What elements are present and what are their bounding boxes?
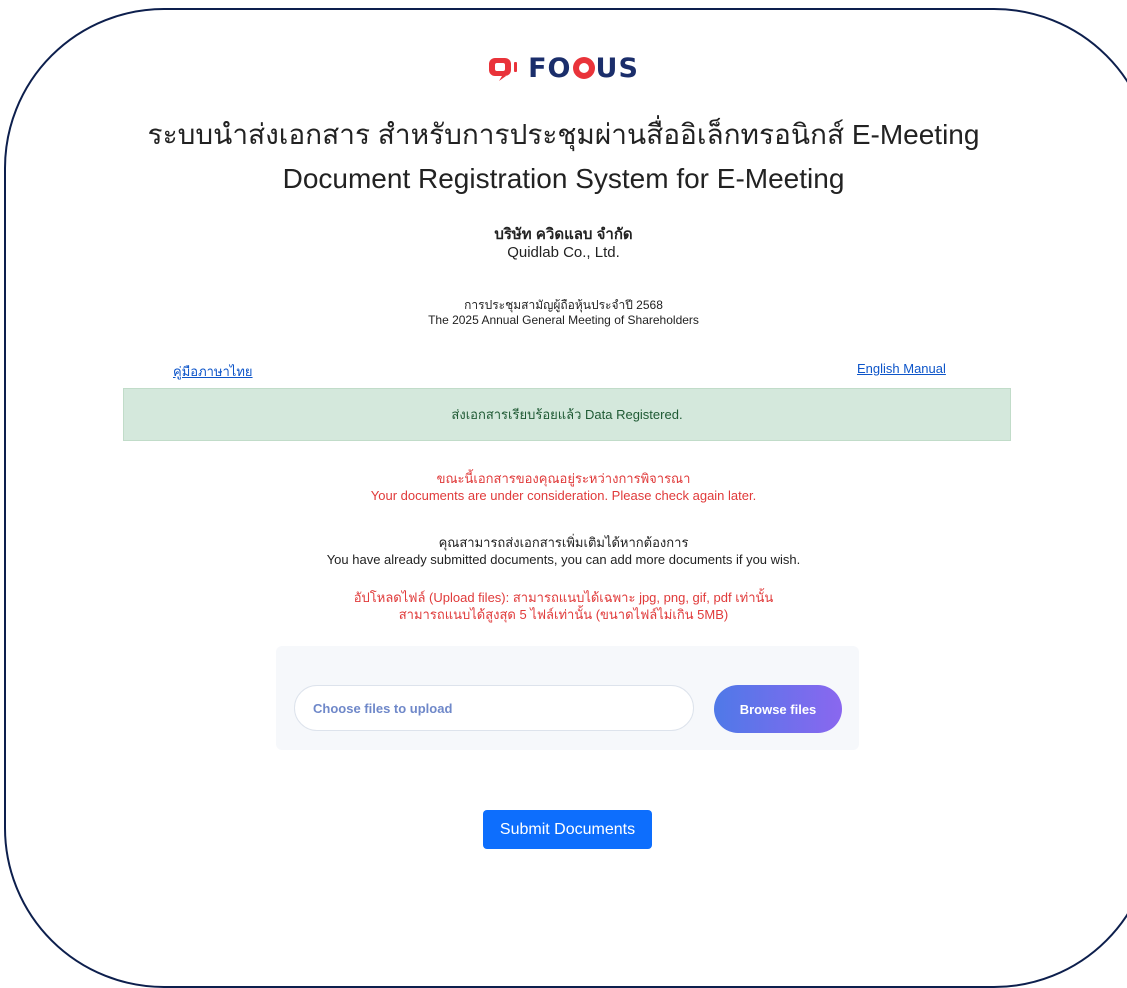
add-more-info-english: You have already submitted documents, yo… — [326, 552, 801, 567]
logo-text-end: US — [595, 52, 639, 84]
logo-red-o-icon — [572, 57, 595, 79]
file-upload-input[interactable]: Choose files to upload — [294, 685, 694, 731]
page-title-thai: ระบบนำส่งเอกสาร สำหรับการประชุมผ่านสื่ออ… — [147, 119, 980, 150]
video-camera-icon — [489, 58, 518, 81]
focus-logo: FO US — [0, 48, 1127, 88]
upload-file-limit-note: สามารถแนบได้สูงสุด 5 ไฟล์เท่านั้น (ขนาดไ… — [398, 607, 729, 622]
company-name-english: Quidlab Co., Ltd. — [507, 244, 620, 261]
browse-files-button[interactable]: Browse files — [714, 685, 842, 733]
success-alert: ส่งเอกสารเรียบร้อยแล้ว Data Registered. — [123, 388, 1011, 441]
add-more-info-thai: คุณสามารถส่งเอกสารเพิ่มเติมได้หากต้องการ — [438, 535, 689, 550]
submit-documents-button[interactable]: Submit Documents — [483, 810, 652, 849]
upload-requirements-note: อัปโหลดไฟล์ (Upload files): สามารถแนบได้… — [0, 589, 1127, 623]
review-status-english: Your documents are under consideration. … — [370, 488, 757, 503]
page-title-english: Document Registration System for E-Meeti… — [282, 163, 845, 194]
logo-wordmark: FO US — [528, 53, 639, 84]
file-upload-panel: Choose files to upload Browse files — [276, 646, 859, 750]
file-upload-placeholder: Choose files to upload — [313, 700, 453, 716]
review-status-thai: ขณะนี้เอกสารของคุณอยู่ระหว่างการพิจารณา — [436, 471, 691, 486]
logo-text-start: FO — [528, 52, 572, 84]
review-status-message: ขณะนี้เอกสารของคุณอยู่ระหว่างการพิจารณา … — [0, 470, 1127, 504]
add-more-info-message: คุณสามารถส่งเอกสารเพิ่มเติมได้หากต้องการ… — [0, 534, 1127, 568]
success-alert-text: ส่งเอกสารเรียบร้อยแล้ว Data Registered. — [451, 407, 683, 422]
meeting-name-english: The 2025 Annual General Meeting of Share… — [428, 313, 699, 327]
company-name-thai: บริษัท ควิดแลบ จำกัด — [494, 226, 633, 243]
upload-file-types-note: อัปโหลดไฟล์ (Upload files): สามารถแนบได้… — [353, 590, 774, 605]
thai-manual-link[interactable]: คู่มือภาษาไทย — [173, 361, 253, 382]
english-manual-link[interactable]: English Manual — [857, 361, 946, 376]
